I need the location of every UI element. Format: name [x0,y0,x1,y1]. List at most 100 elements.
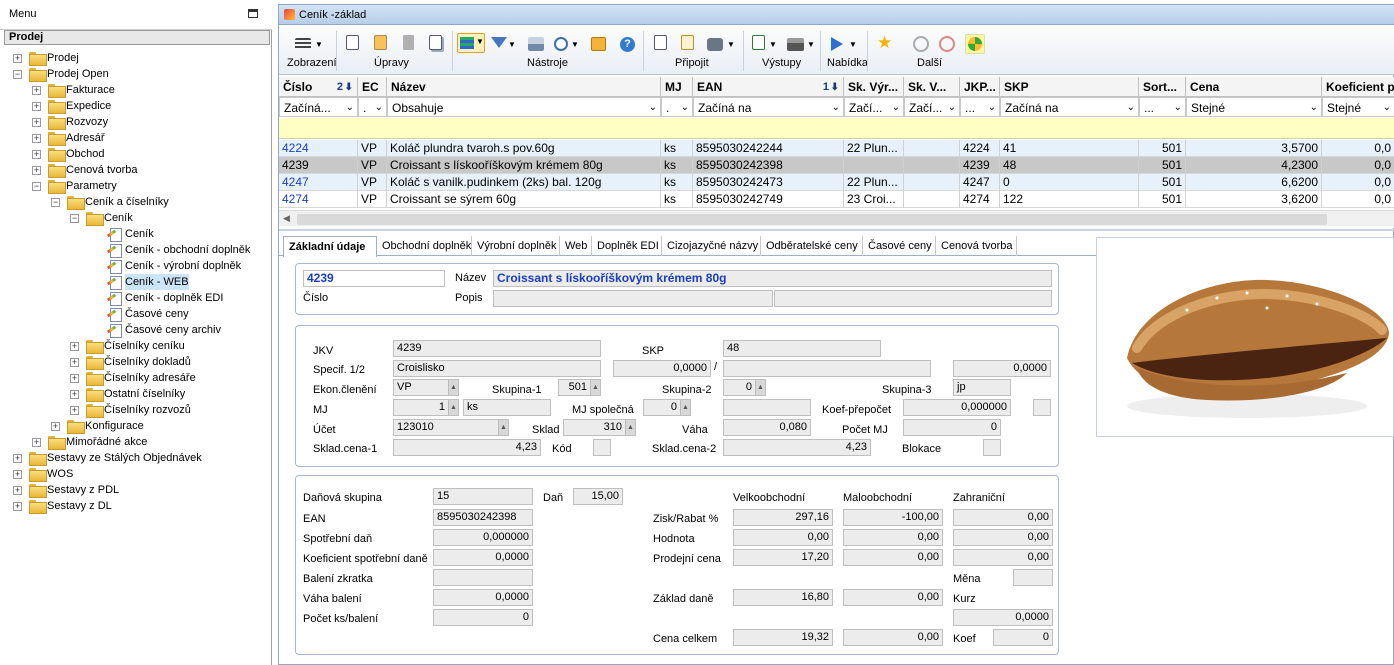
chevron-down-icon[interactable]: ▼ [727,40,735,49]
chevron-down-icon[interactable]: ▼ [769,40,777,49]
offer-icon[interactable] [831,37,843,51]
expand-icon[interactable]: + [13,502,22,511]
scrollbar-thumb[interactable] [297,214,1327,225]
chevron-down-icon[interactable]: ▼ [315,40,323,49]
specif-field[interactable]: Croislisko [393,360,601,377]
zisk-rabat-za-field[interactable]: 0,00 [953,509,1053,526]
column-filter[interactable]: Začíná... ⌄ [279,97,358,117]
chevron-down-icon[interactable]: ⌄ [948,98,956,116]
tree-node[interactable]: Časové ceny archiv [0,322,270,338]
column-filter[interactable]: Obsahuje ⌄ [387,97,661,117]
specif2-field[interactable] [723,360,931,377]
tree-node[interactable]: + Rozvozy [0,114,270,130]
tree-node[interactable]: Ceník - doplněk EDI [0,290,270,306]
column-filter[interactable]: Stejné ⌄ [1186,97,1322,117]
tab-1[interactable]: Základní údaje [283,236,377,257]
cell-jkp[interactable]: 4224 [960,140,1000,157]
jkv-field[interactable]: 4239 [393,340,601,357]
grid-new-row[interactable] [279,118,1394,139]
hodnota-za-field[interactable]: 0,00 [953,529,1053,546]
tree-node[interactable]: − Prodej Open [0,66,270,82]
tree-node[interactable]: + Prodej [0,50,270,66]
cell-koef[interactable]: 0,0 [1322,140,1394,157]
prodejni-cena-za-field[interactable]: 0,00 [953,549,1053,566]
dan-field[interactable]: 15,00 [573,488,623,505]
cell-ean[interactable]: 8595030242244 [693,140,844,157]
tab-9[interactable]: Cenová tvorba [936,236,1017,256]
cell-cena[interactable]: 3,6200 [1186,191,1322,208]
tree-node[interactable]: + Fakturace [0,82,270,98]
pocet-ks-field[interactable]: 0 [433,609,533,626]
cell-ean[interactable]: 8595030242398 [693,157,844,174]
cell-sort[interactable]: 501 [1139,174,1186,191]
kurz-field[interactable]: 0,0000 [953,609,1053,626]
pocet-mj-field[interactable]: 0 [903,419,1001,436]
chevron-down-icon[interactable]: ⌄ [1174,98,1182,116]
tree-node[interactable]: − Ceník a číselníky [0,194,270,210]
cell-skv[interactable] [904,157,960,174]
ekon-field[interactable]: VP ▲ [393,379,459,396]
expand-icon[interactable]: + [51,422,60,431]
tree-node[interactable]: Ceník [0,226,270,242]
koef-checkbox[interactable] [1033,399,1051,416]
print-icon[interactable] [787,38,804,51]
cell-cena[interactable]: 3,5700 [1186,140,1322,157]
spinner-icon[interactable]: ▲ [625,420,635,435]
expand-icon[interactable]: + [13,454,22,463]
nazev-field[interactable]: Croissant s lískooříškovým krémem 80g [493,270,1052,287]
cell-cislo[interactable]: 4274 [279,191,358,208]
sklad-cena1-field[interactable]: 4,23 [393,439,541,456]
cell-mj[interactable]: ks [661,140,693,157]
tab-2[interactable]: Obchodní doplněk [377,236,472,256]
tools-icon[interactable] [528,37,544,51]
tab-8[interactable]: Časové ceny [863,236,936,256]
zaklad-dane-vo-field[interactable]: 16,80 [733,589,833,606]
collapse-icon[interactable]: − [32,182,41,191]
mena-field[interactable] [1013,569,1053,586]
column-header[interactable]: Koeficient p [1322,77,1394,97]
crosshair-color-icon[interactable] [939,36,955,52]
cell-koef[interactable]: 0,0 [1322,174,1394,191]
collapse-icon[interactable]: − [51,198,60,207]
sk2-field[interactable]: 0 ▲ [723,379,766,396]
column-filter[interactable]: Stejné ⌄ [1322,97,1394,117]
attach-document-icon[interactable] [654,35,667,50]
tab-3[interactable]: Výrobní doplněk [472,236,560,256]
minimize-icon[interactable] [248,9,258,18]
expand-icon[interactable]: + [13,470,22,479]
column-filter[interactable]: Začíná na ⌄ [1000,97,1139,117]
chevron-down-icon[interactable]: ▼ [571,40,579,49]
new-record-icon[interactable] [346,35,359,50]
highlight-button[interactable] [965,34,985,54]
column-filter[interactable]: Začí... ⌄ [844,97,904,117]
spinner-icon[interactable]: ▲ [498,420,508,435]
spinner-icon[interactable]: ▲ [590,380,600,395]
mj-spolecna-name-field[interactable] [723,399,811,416]
spinner-icon[interactable]: ▲ [448,380,458,395]
column-header[interactable]: EC [358,77,387,97]
cell-ec[interactable]: VP [358,174,387,191]
dan-skupina-field[interactable]: 15 [433,488,533,505]
cell-skvyr[interactable] [844,157,904,174]
specif2-num-field[interactable]: 0,0000 [953,360,1051,377]
cell-koef[interactable]: 0,0 [1322,191,1394,208]
baleni-zkratka-field[interactable] [433,569,533,586]
tree-node[interactable]: Časové ceny [0,306,270,322]
table-row[interactable]: 4224 VP Koláč plundra tvaroh.s pov.60g ks 85… [279,140,1394,157]
chevron-down-icon[interactable]: ⌄ [832,98,840,116]
expand-icon[interactable]: + [32,102,41,111]
cell-skv[interactable] [904,174,960,191]
chevron-down-icon[interactable]: ⌄ [1383,98,1391,116]
cell-ean[interactable]: 8595030242749 [693,191,844,208]
column-header[interactable]: Číslo 2 ⬇ [279,77,358,97]
spinner-icon[interactable]: ▲ [755,380,765,395]
copy-record-icon[interactable] [429,35,442,50]
tree-node[interactable]: + Ostatní číselníky [0,386,270,402]
cell-cislo[interactable]: 4247 [279,174,358,191]
scroll-left-icon[interactable]: ◀ [283,213,290,224]
cena-celkem-mo-field[interactable]: 0,00 [843,629,943,646]
tab-5[interactable]: Doplněk EDI [592,236,662,256]
expand-icon[interactable]: + [13,486,22,495]
cell-cislo[interactable]: 4239 [279,157,358,174]
cell-skp[interactable]: 0 [1000,174,1139,191]
